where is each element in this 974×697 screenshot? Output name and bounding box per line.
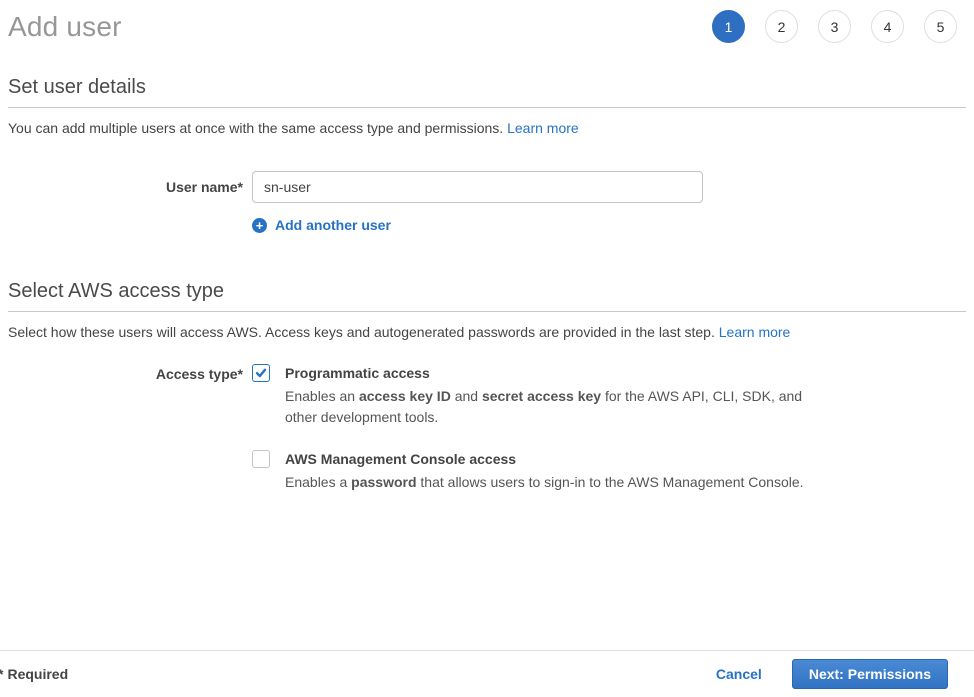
console-access-description: Enables a password that allows users to … [285,472,804,493]
page-header: Add user 1 2 3 4 5 [8,0,966,43]
set-user-details-heading: Set user details [8,76,966,108]
programmatic-access-option: Programmatic access Enables an access ke… [252,364,815,428]
programmatic-access-description: Enables an access key ID and secret acce… [285,386,815,428]
console-access-title: AWS Management Console access [285,450,804,468]
user-details-learn-more-link[interactable]: Learn more [507,120,579,136]
step-indicator-1: 1 [712,10,745,43]
plus-circle-icon: + [252,218,267,233]
next-permissions-button[interactable]: Next: Permissions [792,659,948,689]
set-user-details-description-text: You can add multiple users at once with … [8,120,503,136]
access-type-options: Programmatic access Enables an access ke… [252,364,815,493]
console-access-body: AWS Management Console access Enables a … [285,450,804,493]
select-access-type-description-text: Select how these users will access AWS. … [8,324,715,340]
add-another-user-link[interactable]: + Add another user [252,217,966,233]
user-name-input[interactable] [252,171,703,203]
console-access-checkbox[interactable] [252,450,270,468]
add-another-user-label[interactable]: Add another user [275,217,391,233]
step-indicator-group: 1 2 3 4 5 [712,10,957,43]
footer-actions: Cancel Next: Permissions [716,659,948,689]
required-asterisk: * [0,666,3,682]
step-indicator-3: 3 [818,10,851,43]
select-access-type-heading: Select AWS access type [8,280,966,312]
step-indicator-5: 5 [924,10,957,43]
cancel-button[interactable]: Cancel [716,666,762,682]
set-user-details-description: You can add multiple users at once with … [8,119,966,137]
step-indicator-2: 2 [765,10,798,43]
set-user-details-section: Set user details You can add multiple us… [8,76,966,233]
required-note: *Required [8,666,68,682]
programmatic-access-checkbox[interactable] [252,364,270,382]
add-user-page: Add user 1 2 3 4 5 Set user details You … [0,0,974,697]
page-title: Add user [8,11,122,43]
select-access-type-description: Select how these users will access AWS. … [8,323,966,341]
required-label: Required [7,666,68,682]
footer-bar: *Required Cancel Next: Permissions [0,651,974,697]
console-access-option: AWS Management Console access Enables a … [252,450,815,493]
step-indicator-4: 4 [871,10,904,43]
programmatic-access-title: Programmatic access [285,364,815,382]
select-access-type-section: Select AWS access type Select how these … [8,280,966,493]
programmatic-access-body: Programmatic access Enables an access ke… [285,364,815,428]
access-type-label: Access type* [8,364,243,493]
user-name-row: User name* [8,171,966,203]
footer-divider: *Required Cancel Next: Permissions [0,650,974,697]
checkmark-icon [255,367,267,379]
access-type-learn-more-link[interactable]: Learn more [719,324,791,340]
access-type-row: Access type* Programmatic access Enables… [8,364,966,493]
user-name-label: User name* [8,171,243,203]
